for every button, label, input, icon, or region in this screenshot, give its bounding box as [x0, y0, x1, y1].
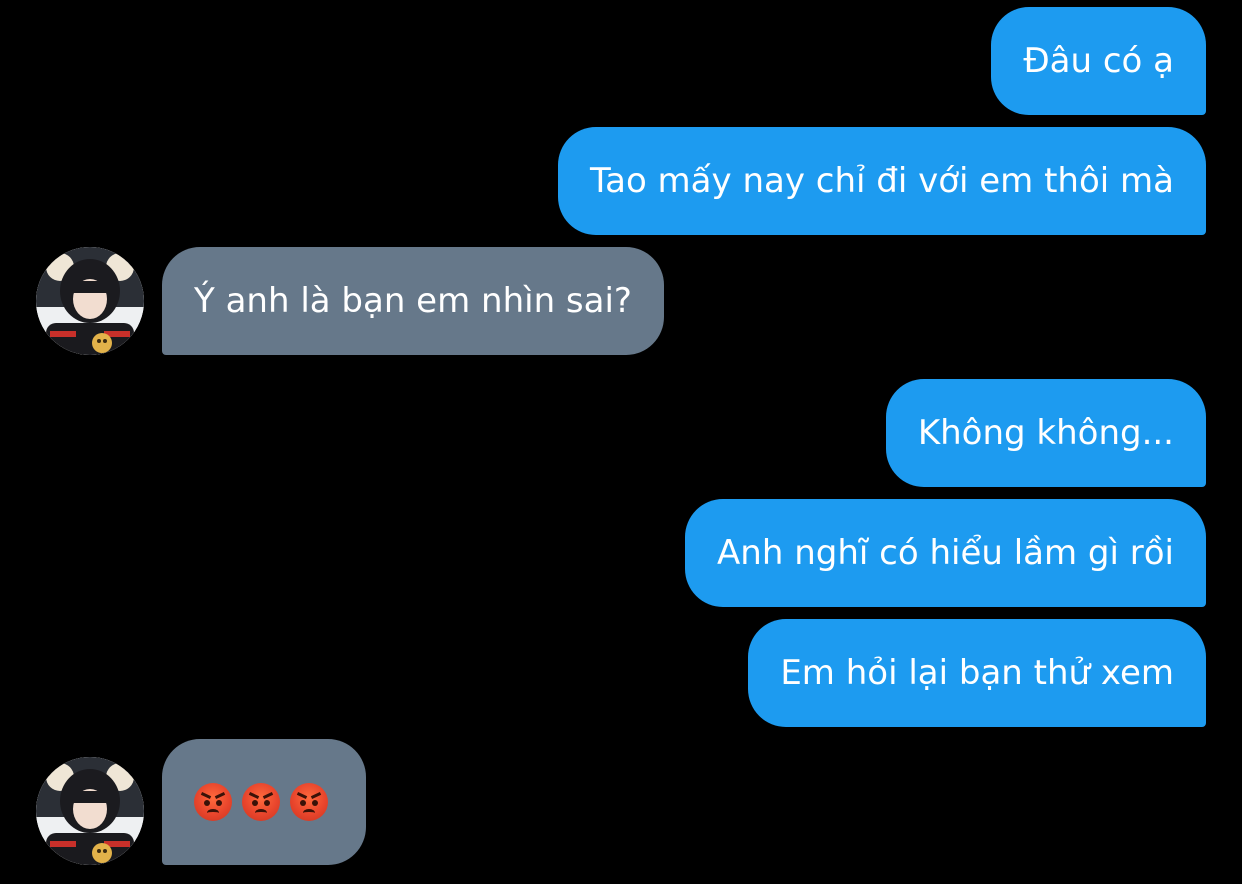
angry-face-emoji-icon	[194, 783, 232, 821]
profile-photo-icon	[36, 757, 144, 865]
message-bubble-outgoing[interactable]: Không không...	[885, 379, 1206, 487]
message-text: Đâu có ạ	[1023, 41, 1174, 81]
message-bubble-incoming[interactable]: Ý anh là bạn em nhìn sai?	[162, 247, 664, 355]
message-bubble-outgoing[interactable]: Đâu có ạ	[991, 7, 1206, 115]
avatar[interactable]	[36, 757, 144, 865]
message-bubble-incoming[interactable]	[162, 739, 366, 865]
chat-thread: Đâu có ạ Tao mấy nay chỉ đi với em thôi …	[0, 0, 1242, 884]
message-text: Em hỏi lại bạn thử xem	[780, 653, 1174, 693]
avatar[interactable]	[36, 247, 144, 355]
message-text: Ý anh là bạn em nhìn sai?	[194, 281, 632, 321]
message-bubble-outgoing[interactable]: Anh nghĩ có hiểu lầm gì rồi	[685, 499, 1206, 607]
profile-photo-icon	[36, 247, 144, 355]
angry-face-emoji-icon	[242, 783, 280, 821]
message-bubble-outgoing[interactable]: Em hỏi lại bạn thử xem	[748, 619, 1206, 727]
emoji-row	[194, 739, 334, 865]
message-text: Anh nghĩ có hiểu lầm gì rồi	[717, 533, 1174, 573]
message-text: Không không...	[917, 413, 1174, 453]
message-bubble-outgoing[interactable]: Tao mấy nay chỉ đi với em thôi mà	[557, 127, 1206, 235]
message-text: Tao mấy nay chỉ đi với em thôi mà	[589, 161, 1174, 201]
angry-face-emoji-icon	[290, 783, 328, 821]
